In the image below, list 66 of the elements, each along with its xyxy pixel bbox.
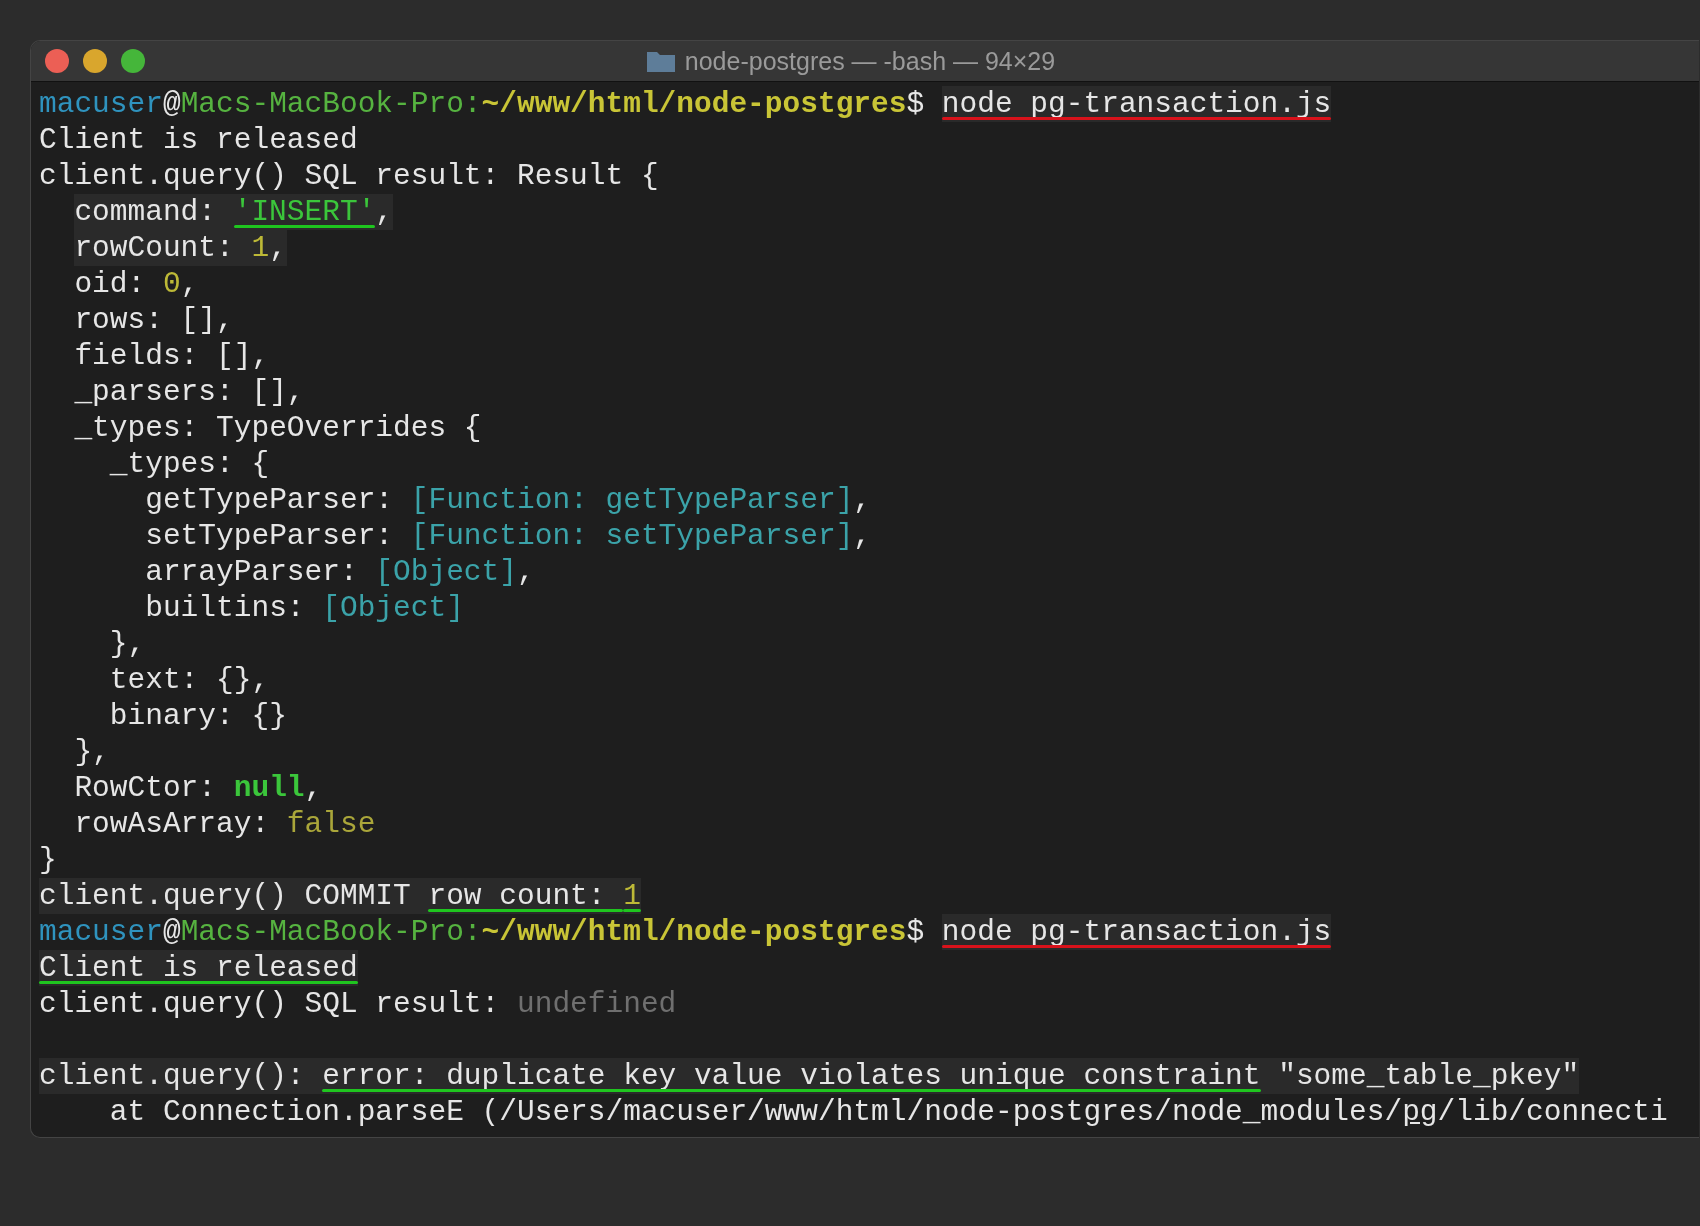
number-value: 0 <box>162 266 181 302</box>
output-text: } <box>39 842 57 878</box>
output-text: binary: {} <box>108 698 287 734</box>
undefined-value: undefined <box>517 986 677 1022</box>
output-text: , <box>269 230 287 266</box>
output-text: _parsers: [], <box>73 374 305 410</box>
output-text: /lib/connecti <box>1437 1094 1668 1130</box>
window-title: node-postgres — -bash — 94×29 <box>684 46 1056 76</box>
output-text: command: <box>74 194 217 230</box>
output-text: text: {}, <box>108 662 270 698</box>
output-text: , <box>853 518 872 554</box>
number-value: 1 <box>623 878 641 914</box>
output-text: node pg-transaction.js <box>941 86 1332 122</box>
object-value: [Function: setTypeParser] <box>410 518 854 554</box>
output-text: oid: <box>73 266 147 302</box>
output-text: arrayParser: <box>144 554 359 590</box>
output-text: , <box>375 194 394 230</box>
output-text: "some_table_pkey" <box>1277 1058 1580 1094</box>
output-text: client.query() COMMIT <box>39 878 412 914</box>
output-text: }, <box>108 626 146 662</box>
output-text: client.query() SQL result: Result { <box>39 158 659 194</box>
zoom-icon[interactable] <box>121 49 145 73</box>
prompt-path: ~/www/html/node-postgres <box>481 86 907 122</box>
prompt-path: ~/www/html/node-postgres <box>481 914 907 950</box>
prompt-host: Macs-MacBook-Pro: <box>180 914 482 950</box>
output-text: setTypeParser: <box>144 518 395 554</box>
minimize-icon[interactable] <box>83 49 107 73</box>
output-text: _types: TypeOverrides { <box>73 410 482 446</box>
output-text: , <box>180 266 199 302</box>
object-value: [Object] <box>375 554 517 590</box>
boolean-value: false <box>286 806 376 842</box>
output-text: RowCtor: <box>73 770 218 806</box>
prompt-user: macuser <box>39 914 163 950</box>
folder-icon <box>646 50 675 72</box>
output-text: builtins: <box>144 590 306 626</box>
output-text: fields: [], <box>73 338 270 374</box>
output-text: rowAsArray: <box>73 806 271 842</box>
output-text: at Connection.parseE (/Users/macuser/www/html/node-postgres/node_modules/ <box>108 1094 1403 1130</box>
output-text: }, <box>73 734 110 770</box>
output-text: Client is released <box>39 950 358 986</box>
output-text: client.query() SQL result: <box>39 986 501 1022</box>
close-icon[interactable] <box>45 49 69 73</box>
output-text: $ <box>906 86 926 122</box>
path-link[interactable]: pg <box>1402 1094 1438 1130</box>
output-text: @ <box>162 86 181 122</box>
output-text: rowCount: <box>74 230 235 266</box>
output-text: Client is released <box>39 122 358 158</box>
prompt-host: Macs-MacBook-Pro: <box>180 86 482 122</box>
number-value: 1 <box>251 230 270 266</box>
output-text: , <box>853 482 872 518</box>
output-text: row count: <box>428 878 607 914</box>
output-text: $ <box>906 914 926 950</box>
string-value: 'INSERT' <box>233 194 376 230</box>
output-text: , <box>304 770 323 806</box>
null-value: null <box>233 770 305 806</box>
output-text: getTypeParser: <box>144 482 395 518</box>
output-text: @ <box>162 914 181 950</box>
output-text: client.query(): <box>39 1058 306 1094</box>
output-text: _types: { <box>108 446 270 482</box>
output-text: rows: [], <box>73 302 234 338</box>
output-text: , <box>517 554 535 590</box>
object-value: [Object] <box>322 590 464 626</box>
object-value: [Function: getTypeParser] <box>410 482 854 518</box>
output-text: error: duplicate key value violates unique constraint <box>322 1058 1261 1094</box>
output-text: node pg-transaction.js <box>941 914 1332 950</box>
prompt-user: macuser <box>39 86 163 122</box>
